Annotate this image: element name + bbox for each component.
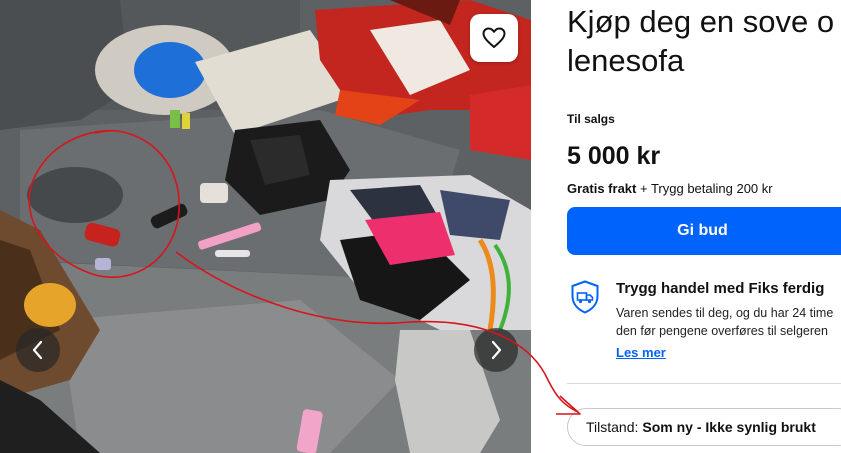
listing-title-line-1: Kjøp deg en sove o: [567, 4, 835, 39]
shield-truck-icon: [571, 280, 599, 314]
listing-title-line-2: lenesofa: [567, 43, 685, 78]
heart-icon: [482, 27, 506, 48]
bid-button[interactable]: Gi bud: [567, 207, 841, 255]
next-image-button[interactable]: [474, 328, 518, 372]
bid-button-label: Gi bud: [677, 222, 728, 239]
shipping-payment-text: + Trygg betaling 200 kr: [636, 181, 773, 196]
previous-image-button[interactable]: [16, 328, 60, 372]
favorite-button[interactable]: [470, 14, 518, 62]
fiks-description: Varen sendes til deg, og du har 24 time …: [616, 304, 841, 340]
fiks-description-line-2: den før pengene overføres til selgeren: [616, 324, 828, 338]
read-more-link[interactable]: Les mer: [616, 345, 666, 360]
condition-badge: Tilstand: Som ny - Ikke synlig brukt: [567, 408, 841, 446]
listing-info: Kjøp deg en sove o lenesofa Til salgs 5 …: [567, 0, 841, 453]
image-gallery[interactable]: [0, 0, 531, 453]
divider: [567, 383, 841, 384]
listing-status: Til salgs: [567, 112, 615, 126]
fiks-description-line-1: Varen sendes til deg, og du har 24 time: [616, 306, 834, 320]
listing-title: Kjøp deg en sove o lenesofa: [567, 2, 841, 80]
chevron-right-icon: [491, 340, 502, 360]
listing-photo: [0, 0, 531, 453]
listing-price: 5 000 kr: [567, 142, 661, 170]
condition-value: Som ny - Ikke synlig brukt: [642, 419, 816, 435]
chevron-left-icon: [32, 340, 43, 360]
condition-label: Tilstand:: [586, 419, 639, 435]
shipping-info: Gratis frakt + Trygg betaling 200 kr: [567, 181, 773, 196]
fiks-title: Trygg handel med Fiks ferdig: [616, 280, 825, 297]
shipping-free-label: Gratis frakt: [567, 181, 637, 196]
